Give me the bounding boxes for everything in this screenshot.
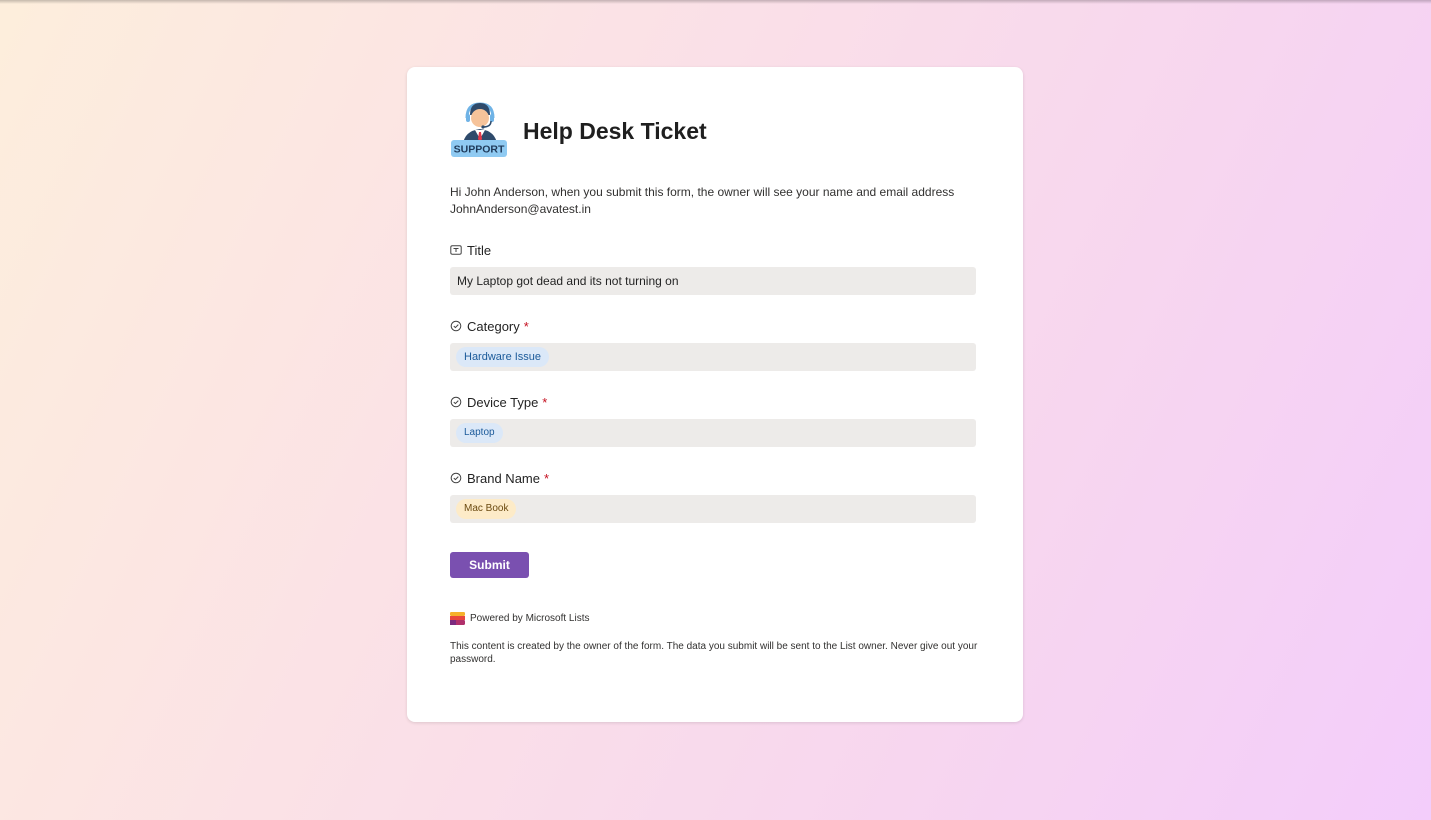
- form-card: SUPPORT Help Desk Ticket Hi John Anderso…: [407, 67, 1023, 722]
- field-brand-name-label: Brand Name *: [450, 469, 980, 487]
- support-agent-logo-icon: SUPPORT: [450, 101, 508, 159]
- choice-check-icon: [450, 320, 462, 332]
- window-top-shadow: [0, 0, 1431, 4]
- text-field-icon: [450, 245, 462, 255]
- field-title: Title My Laptop got dead and its not tur…: [450, 241, 980, 295]
- field-brand-name: Brand Name * Mac Book: [450, 469, 980, 523]
- device-type-select[interactable]: Laptop: [450, 419, 976, 447]
- field-category: Category * Hardware Issue: [450, 317, 980, 371]
- form-header: SUPPORT Help Desk Ticket: [450, 101, 980, 159]
- logo-text: SUPPORT: [454, 144, 505, 156]
- choice-check-icon: [450, 396, 462, 408]
- field-device-type-label-text: Device Type: [467, 394, 539, 410]
- category-select[interactable]: Hardware Issue: [450, 343, 976, 371]
- field-device-type: Device Type * Laptop: [450, 393, 980, 447]
- disclaimer-text: This content is created by the owner of …: [450, 641, 978, 665]
- field-title-label: Title: [450, 241, 980, 259]
- required-marker: *: [542, 394, 548, 410]
- brand-name-chip: Mac Book: [456, 499, 517, 519]
- field-category-label-text: Category: [467, 318, 520, 334]
- intro-message: Hi John Anderson, when you submit this f…: [450, 185, 955, 199]
- intro-text: Hi John Anderson, when you submit this f…: [450, 184, 980, 218]
- field-title-label-text: Title: [467, 242, 492, 258]
- field-brand-name-label-text: Brand Name: [467, 470, 540, 486]
- device-type-chip: Laptop: [456, 423, 503, 443]
- microsoft-lists-icon: [450, 612, 465, 625]
- field-device-type-label: Device Type *: [450, 393, 980, 411]
- category-chip: Hardware Issue: [456, 347, 550, 367]
- required-marker: *: [543, 470, 550, 486]
- brand-name-select[interactable]: Mac Book: [450, 495, 976, 523]
- choice-check-icon: [450, 472, 462, 484]
- user-email: JohnAnderson@avatest.in: [450, 202, 591, 216]
- required-marker: *: [523, 318, 529, 334]
- powered-by: Powered by Microsoft Lists: [450, 611, 980, 626]
- field-category-label: Category *: [450, 317, 980, 335]
- submit-button[interactable]: Submit: [450, 552, 529, 578]
- form-title: Help Desk Ticket: [523, 117, 707, 144]
- title-input[interactable]: My Laptop got dead and its not turning o…: [450, 267, 976, 295]
- powered-by-text: Powered by Microsoft Lists: [470, 613, 590, 624]
